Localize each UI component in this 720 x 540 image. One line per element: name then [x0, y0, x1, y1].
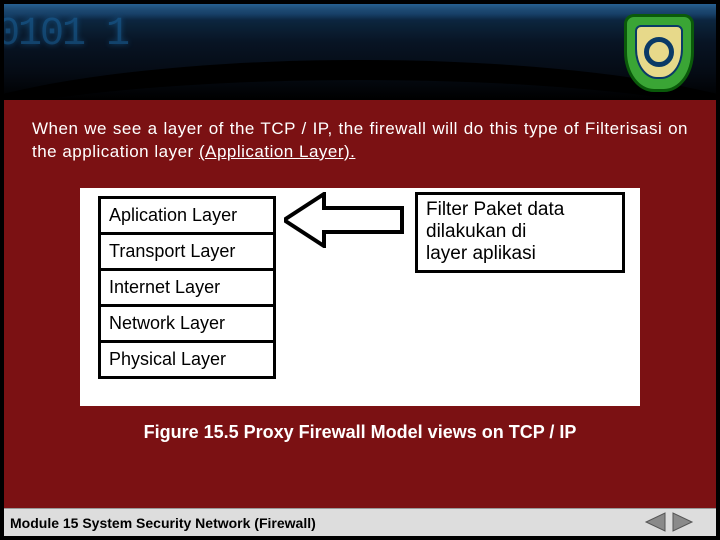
filter-line-3: layer aplikasi — [426, 243, 614, 265]
intro-prefix: When we see a layer of the TCP / IP, the… — [32, 119, 688, 161]
arrow-left-icon — [284, 192, 404, 248]
footer-module-text: Module 15 System Security Network (Firew… — [10, 515, 316, 531]
layer-physical: Physical Layer — [98, 340, 276, 379]
band-arc — [4, 60, 716, 100]
shield-logo-icon — [624, 14, 694, 92]
intro-underlined: (Application Layer). — [199, 142, 355, 161]
prev-slide-button[interactable] — [642, 510, 668, 534]
filter-line-1: Filter Paket data — [426, 199, 614, 221]
footer-bar: Module 15 System Security Network (Firew… — [4, 508, 716, 536]
header-digits: 0101 1 — [4, 12, 128, 57]
slide-container: 0101 1 When we see a layer of the TCP / … — [4, 4, 716, 536]
layer-stack: Aplication Layer Transport Layer Interne… — [98, 196, 276, 379]
layer-transport: Transport Layer — [98, 232, 276, 268]
filter-description-box: Filter Paket data dilakukan di layer apl… — [415, 192, 625, 274]
filter-line-2: dilakukan di — [426, 221, 614, 243]
next-slide-button[interactable] — [670, 510, 696, 534]
slide-body: When we see a layer of the TCP / IP, the… — [4, 100, 716, 508]
nav-arrows — [642, 510, 696, 534]
triangle-right-icon — [671, 511, 695, 533]
triangle-left-icon — [643, 511, 667, 533]
header-band: 0101 1 — [4, 4, 716, 100]
intro-text: When we see a layer of the TCP / IP, the… — [32, 118, 688, 164]
layer-application: Aplication Layer — [98, 196, 276, 232]
diagram: Aplication Layer Transport Layer Interne… — [80, 188, 640, 406]
layer-internet: Internet Layer — [98, 268, 276, 304]
layer-network: Network Layer — [98, 304, 276, 340]
figure-caption: Figure 15.5 Proxy Firewall Model views o… — [32, 422, 688, 443]
